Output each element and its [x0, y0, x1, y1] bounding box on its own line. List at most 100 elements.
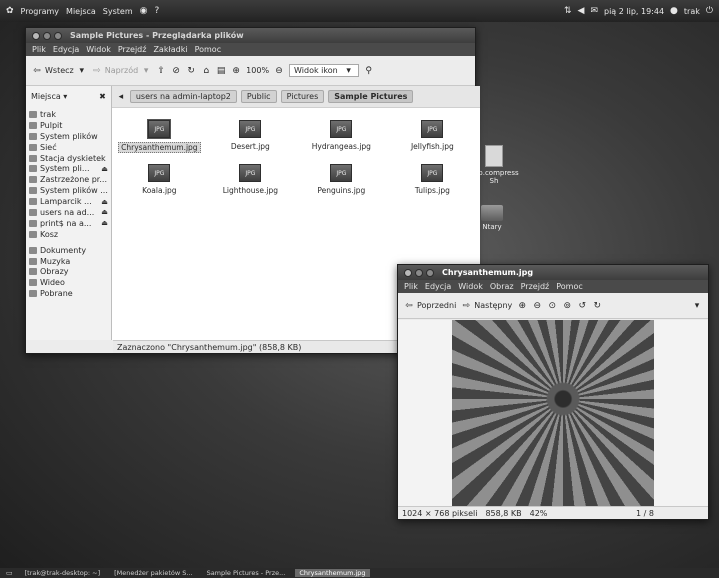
file-item[interactable]: JPG Penguins.jpg: [298, 158, 385, 202]
sidebar-item[interactable]: print$ na a... ⏏: [29, 218, 108, 229]
crumb-pictures[interactable]: Pictures: [280, 90, 325, 103]
previous-button[interactable]: ⇦ Poprzedni: [404, 301, 456, 311]
menu-widok[interactable]: Widok: [458, 282, 483, 291]
maximize-button[interactable]: [54, 31, 62, 40]
back-button[interactable]: ⇦ Wstecz ▾: [32, 66, 87, 76]
menu-plik[interactable]: Plik: [404, 282, 418, 291]
clock[interactable]: pią 2 lip, 19:44: [604, 7, 664, 16]
sidebar-item[interactable]: System pli... ⏏: [29, 163, 108, 174]
image-thumbnail-icon: JPG: [421, 164, 444, 182]
place-icon: [29, 230, 37, 238]
file-item[interactable]: JPG Desert.jpg: [207, 114, 294, 158]
view-mode-select[interactable]: Widok ikon ▾: [289, 64, 359, 77]
path-left-icon[interactable]: ◂: [116, 92, 126, 102]
file-item[interactable]: JPG Hydrangeas.jpg: [298, 114, 385, 158]
zoom-out-icon[interactable]: ⊖: [274, 66, 284, 76]
eject-icon[interactable]: ⏏: [101, 208, 108, 216]
crumb-server[interactable]: users na admin-laptop2: [129, 90, 237, 103]
show-desktop-icon[interactable]: ▭: [6, 569, 13, 577]
bookmark-item[interactable]: Wideo: [29, 277, 108, 288]
file-item[interactable]: JPG Lighthouse.jpg: [207, 158, 294, 202]
power-icon[interactable]: ⏻: [706, 6, 713, 16]
home-icon[interactable]: ⌂: [201, 66, 211, 76]
crumb-public[interactable]: Public: [240, 90, 277, 103]
menu-przejdz[interactable]: Przejdź: [118, 45, 147, 54]
taskbar-button[interactable]: Sample Pictures - Prze...: [203, 569, 290, 577]
bookmark-item[interactable]: Obrazy: [29, 266, 108, 277]
sidebar-item[interactable]: Zastrzeżone pr...: [29, 174, 108, 185]
help-icon[interactable]: ?: [155, 6, 160, 16]
taskbar-button[interactable]: [trak@trak-desktop: ~]: [21, 569, 104, 577]
eject-icon[interactable]: ⏏: [101, 165, 108, 173]
zoom-normal-icon[interactable]: ⊙: [547, 301, 557, 311]
minimize-button[interactable]: [43, 31, 51, 40]
menu-plik[interactable]: Plik: [32, 45, 46, 54]
username[interactable]: trak: [684, 7, 700, 16]
sidebar-item[interactable]: Sieć: [29, 142, 108, 153]
eject-icon[interactable]: ⏏: [101, 198, 108, 206]
close-button[interactable]: [404, 268, 412, 277]
menu-programy[interactable]: Programy: [21, 7, 60, 16]
sidebar-item[interactable]: System plików: [29, 131, 108, 142]
maximize-button[interactable]: [426, 268, 434, 277]
mail-icon[interactable]: ✉: [590, 6, 598, 16]
zoom-in-icon[interactable]: ⊕: [231, 66, 241, 76]
menu-edycja[interactable]: Edycja: [53, 45, 79, 54]
next-button[interactable]: ⇨ Następny: [461, 301, 513, 311]
menu-przejdz[interactable]: Przejdź: [521, 282, 550, 291]
file-item[interactable]: JPG Chrysanthemum.jpg: [116, 114, 203, 158]
menu-edycja[interactable]: Edycja: [425, 282, 451, 291]
minimize-button[interactable]: [415, 268, 423, 277]
chevron-down-icon[interactable]: ▾: [77, 66, 87, 76]
chevron-down-icon[interactable]: ▾: [692, 301, 702, 311]
close-button[interactable]: [32, 31, 40, 40]
bookmark-label: Pobrane: [40, 289, 73, 299]
taskbar-button[interactable]: [Menedżer pakietów S...: [110, 569, 196, 577]
crumb-sample-pictures[interactable]: Sample Pictures: [328, 90, 414, 103]
up-icon[interactable]: ⇧: [156, 66, 166, 76]
sidebar-item[interactable]: Pulpit: [29, 120, 108, 131]
close-sidebar-icon[interactable]: ✖: [99, 92, 106, 101]
menu-obraz[interactable]: Obraz: [490, 282, 514, 291]
image-viewport[interactable]: [398, 320, 708, 508]
file-item[interactable]: JPG Jellyfish.jpg: [389, 114, 476, 158]
taskbar-button[interactable]: Chrysanthemum.jpg: [295, 569, 370, 577]
menu-pomoc[interactable]: Pomoc: [195, 45, 222, 54]
computer-icon[interactable]: ▤: [216, 66, 226, 76]
rotate-left-icon[interactable]: ↺: [577, 301, 587, 311]
file-item[interactable]: JPG Tulips.jpg: [389, 158, 476, 202]
sidebar-item[interactable]: System plików ...: [29, 185, 108, 196]
bookmark-item[interactable]: Dokumenty: [29, 245, 108, 256]
zoom-fit-icon[interactable]: ⊚: [562, 301, 572, 311]
stop-icon[interactable]: ⊘: [171, 66, 181, 76]
file-item[interactable]: JPG Koala.jpg: [116, 158, 203, 202]
zoom-in-icon[interactable]: ⊕: [517, 301, 527, 311]
sidebar-places-select[interactable]: Miejsca ▾: [31, 92, 67, 101]
search-icon[interactable]: ⚲: [364, 66, 374, 76]
menu-widok[interactable]: Widok: [86, 45, 111, 54]
volume-icon[interactable]: ◀: [578, 6, 585, 16]
bookmark-item[interactable]: Pobrane: [29, 288, 108, 299]
menu-miejsca[interactable]: Miejsca: [66, 7, 96, 16]
sidebar-item[interactable]: Lamparcik ... ⏏: [29, 196, 108, 207]
zoom-out-icon[interactable]: ⊖: [532, 301, 542, 311]
reload-icon[interactable]: ↻: [186, 66, 196, 76]
forward-button[interactable]: ⇨ Naprzód ▾: [92, 66, 151, 76]
eject-icon[interactable]: ⏏: [101, 219, 108, 227]
bookmark-item[interactable]: Muzyka: [29, 256, 108, 267]
sidebar-item[interactable]: Kosz: [29, 229, 108, 240]
network-icon[interactable]: ⇅: [564, 6, 572, 16]
rotate-right-icon[interactable]: ↻: [592, 301, 602, 311]
chevron-down-icon[interactable]: ▾: [141, 66, 151, 76]
image-thumbnail-icon: JPG: [421, 120, 444, 138]
sidebar-item[interactable]: users na ad... ⏏: [29, 207, 108, 218]
menu-pomoc[interactable]: Pomoc: [556, 282, 583, 291]
menu-zakladki[interactable]: Zakładki: [153, 45, 187, 54]
menu-system[interactable]: System: [103, 7, 133, 16]
titlebar[interactable]: Chrysanthemum.jpg: [398, 265, 708, 280]
titlebar[interactable]: Sample Pictures - Przeglądarka plików: [26, 28, 475, 43]
sidebar-item[interactable]: Stacja dyskietek: [29, 153, 108, 164]
launcher-icon[interactable]: ◉: [140, 6, 148, 16]
sidebar-item[interactable]: trak: [29, 109, 108, 120]
image-thumbnail-icon: JPG: [330, 120, 353, 138]
